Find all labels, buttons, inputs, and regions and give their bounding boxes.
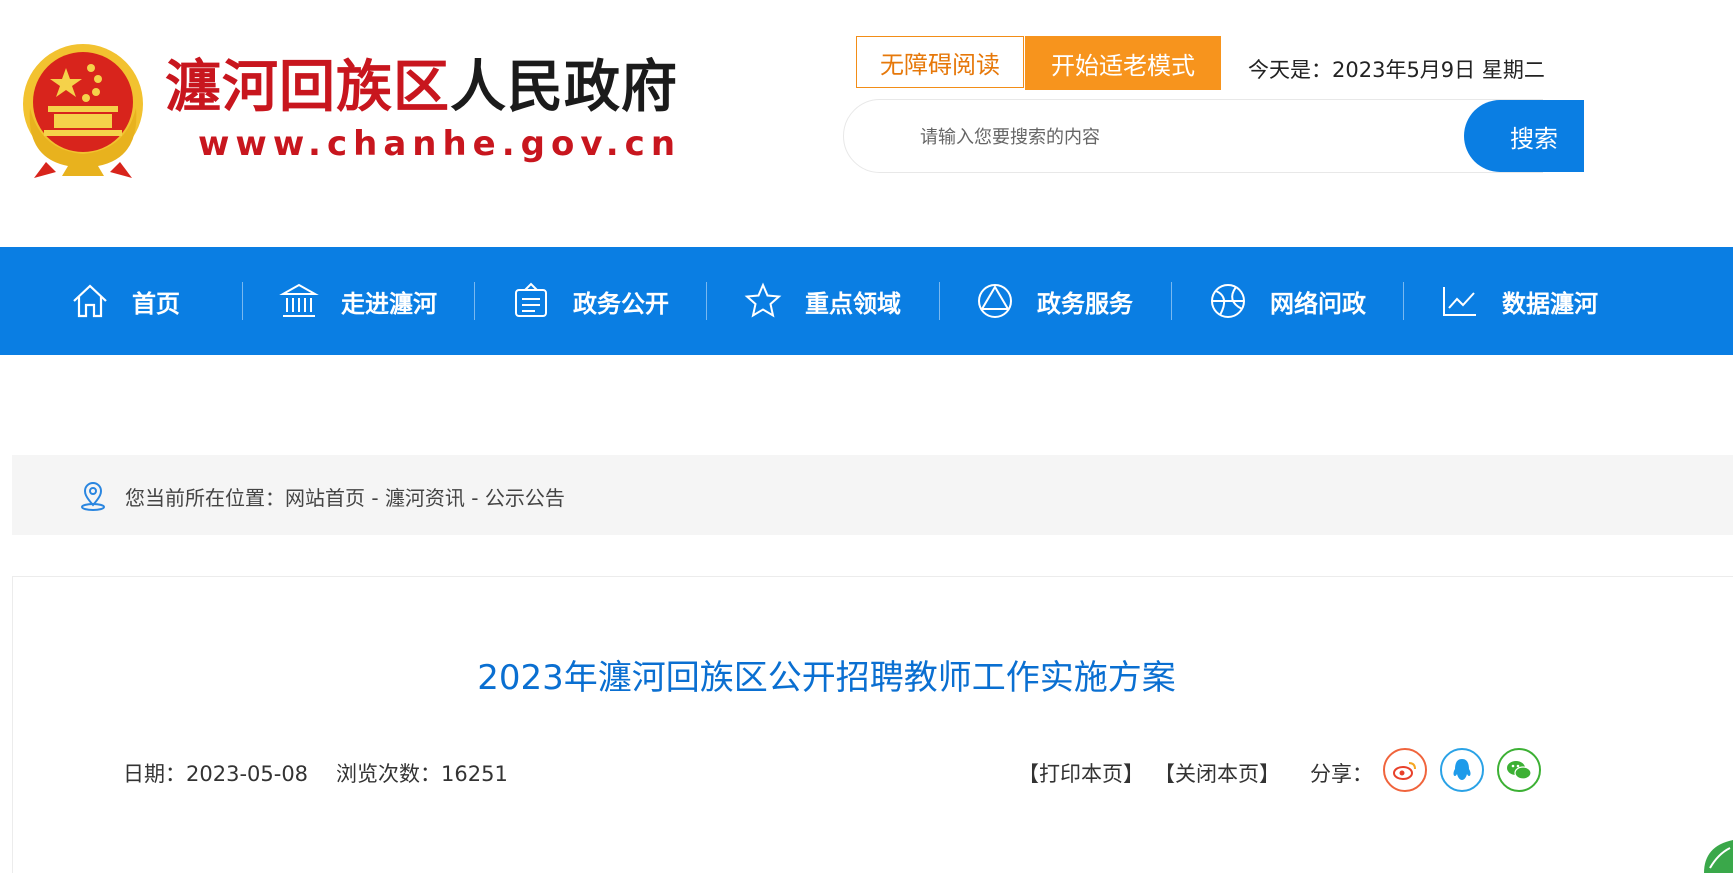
nav-divider: [242, 282, 243, 320]
nav-divider: [1171, 282, 1172, 320]
site-name-district: 瀍河回族区: [165, 55, 450, 120]
share-label: 分享：: [1310, 762, 1373, 786]
globe-icon: [1211, 284, 1245, 318]
nav-label: 网络问政: [1270, 289, 1366, 318]
star-icon: [744, 282, 782, 318]
breadcrumb-prefix: 您当前所在位置：: [125, 486, 285, 510]
national-emblem-logo: [23, 44, 143, 178]
search-box: [843, 99, 1543, 173]
accessibility-reading-button[interactable]: 无障碍阅读: [856, 36, 1024, 88]
main-nav: 首页 走进瀍河 政务公开 重点领域 政务服务 网络问政 数据瀍河: [0, 247, 1733, 355]
site-url: www.chanhe.gov.cn: [198, 124, 682, 164]
share-weibo-button[interactable]: [1383, 748, 1427, 792]
breadcrumb-notices[interactable]: 公示公告: [485, 486, 565, 510]
search-input[interactable]: [918, 120, 1442, 154]
nav-item-gov-services[interactable]: 政务服务: [975, 247, 1133, 355]
share-wechat-button[interactable]: [1497, 748, 1541, 792]
print-page-link[interactable]: 【打印本页】: [1018, 758, 1144, 788]
line-chart-icon: [1443, 287, 1476, 316]
document-icon: [515, 282, 547, 317]
nav-label: 走进瀍河: [341, 289, 437, 318]
weibo-icon: [1393, 762, 1416, 780]
elder-mode-button[interactable]: 开始适老模式: [1025, 36, 1221, 90]
nav-label: 重点领域: [805, 289, 901, 318]
nav-item-online-inquiry[interactable]: 网络问政: [1208, 247, 1366, 355]
nav-label: 首页: [132, 289, 180, 318]
nav-item-key-areas[interactable]: 重点领域: [743, 247, 901, 355]
nav-item-about[interactable]: 走进瀍河: [279, 247, 437, 355]
article-date: 日期：2023-05-08: [123, 762, 309, 786]
nav-label: 数据瀍河: [1502, 289, 1598, 318]
nav-divider: [1403, 282, 1404, 320]
current-date: 今天是：2023年5月9日 星期二: [1248, 58, 1545, 82]
location-pin-icon: [81, 482, 105, 511]
share-qq-button[interactable]: [1440, 748, 1484, 792]
breadcrumb-news[interactable]: 瀍河资讯: [385, 486, 465, 510]
nav-item-home[interactable]: 首页: [70, 247, 180, 355]
nav-item-gov-affairs[interactable]: 政务公开: [511, 247, 669, 355]
article-container: [12, 576, 1733, 873]
breadcrumb: 您当前所在位置：网站首页 - 瀍河资讯 - 公示公告: [125, 482, 565, 511]
search-button[interactable]: 搜索: [1464, 100, 1584, 172]
wechat-icon: [1507, 761, 1532, 780]
article-view-count: 浏览次数：16251: [336, 762, 508, 786]
nav-label: 政务服务: [1037, 289, 1133, 318]
nav-divider: [706, 282, 707, 320]
nav-divider: [939, 282, 940, 320]
nav-item-data[interactable]: 数据瀍河: [1440, 247, 1598, 355]
article-title: 2023年瀍河回族区公开招聘教师工作实施方案: [477, 658, 1176, 698]
breadcrumb-separator: -: [464, 486, 485, 510]
home-icon: [73, 284, 107, 318]
triangle-service-icon: [978, 284, 1012, 318]
nav-divider: [474, 282, 475, 320]
leaf-decoration-icon: [1704, 840, 1733, 873]
qq-icon: [1453, 759, 1471, 780]
breadcrumb-home[interactable]: 网站首页: [285, 486, 365, 510]
site-name-government: 人民政府: [450, 55, 678, 120]
nav-label: 政务公开: [573, 289, 669, 318]
building-icon: [279, 283, 319, 317]
close-page-link[interactable]: 【关闭本页】: [1154, 758, 1280, 788]
site-name: 瀍河回族区人民政府: [165, 60, 678, 116]
breadcrumb-separator: -: [365, 486, 385, 510]
